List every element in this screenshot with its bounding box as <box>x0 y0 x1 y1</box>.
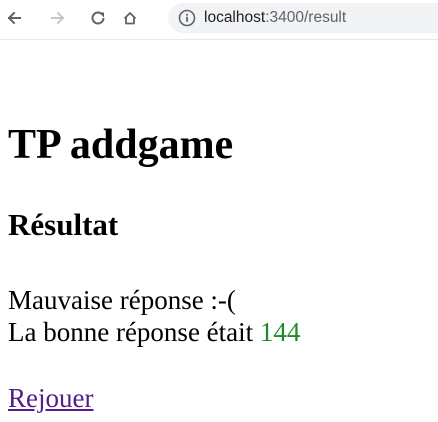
reload-button[interactable] <box>84 4 112 32</box>
page-title: TP addgame <box>8 122 234 168</box>
url-path: :3400/result <box>265 9 347 26</box>
home-icon <box>123 12 137 25</box>
url-host: localhost <box>204 9 266 26</box>
info-icon[interactable] <box>178 9 196 27</box>
back-arrow-icon <box>7 11 21 25</box>
forward-arrow-icon <box>51 11 65 25</box>
result-heading: Résultat <box>8 207 119 242</box>
correct-answer-value: 144 <box>259 317 301 347</box>
wrong-answer-text: Mauvaise réponse :-( <box>8 285 236 315</box>
correct-answer-prefix: La bonne réponse était <box>8 317 254 347</box>
forward-button[interactable] <box>44 4 72 32</box>
result-message: Mauvaise réponse :-( La bonne réponse ét… <box>8 284 300 348</box>
browser-toolbar: localhost:3400/result <box>0 0 438 40</box>
reload-icon <box>91 11 105 25</box>
url-text[interactable]: localhost:3400/result <box>204 9 346 27</box>
home-button[interactable] <box>116 4 144 32</box>
correct-answer-line: La bonne réponse était 144 <box>8 316 300 348</box>
back-button[interactable] <box>0 4 28 32</box>
replay-link[interactable]: Rejouer <box>8 382 93 414</box>
address-bar[interactable]: localhost:3400/result <box>168 3 438 33</box>
